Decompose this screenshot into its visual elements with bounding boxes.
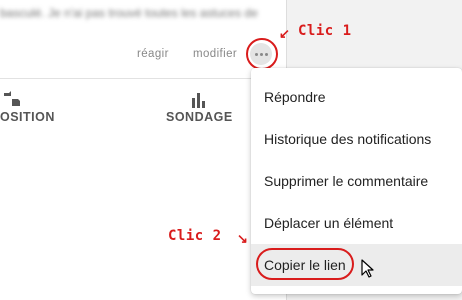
click2-annotation: Clic 2 <box>168 228 222 244</box>
react-link[interactable]: réagir <box>137 48 169 60</box>
edit-link[interactable]: modifier <box>193 48 237 60</box>
click2-highlight-circle <box>256 248 354 280</box>
arrow-icon: ↘ <box>237 231 248 246</box>
menu-item-reply[interactable]: Répondre <box>251 76 462 118</box>
tab-opposition-label[interactable]: OSITION <box>0 110 55 124</box>
menu-item-delete-comment[interactable]: Supprimer le commentaire <box>251 160 462 202</box>
tab-poll-label[interactable]: SONDAGE <box>166 110 233 124</box>
mouse-pointer-icon <box>361 259 374 278</box>
click1-annotation: Clic 1 <box>298 23 352 39</box>
divider <box>0 78 286 79</box>
menu-item-move-element[interactable]: Déplacer un élément <box>251 202 462 244</box>
comment-text: basculé. Je n'ai pas trouvé toutes les a… <box>0 6 258 20</box>
menu-item-notification-history[interactable]: Historique des notifications <box>251 118 462 160</box>
bar-chart-icon <box>192 93 205 108</box>
click1-highlight-circle <box>246 38 278 70</box>
comment-card: basculé. Je n'ai pas trouvé toutes les a… <box>0 0 287 300</box>
arrow-icon: ↙ <box>279 26 290 41</box>
thumbs-icon <box>4 91 20 106</box>
